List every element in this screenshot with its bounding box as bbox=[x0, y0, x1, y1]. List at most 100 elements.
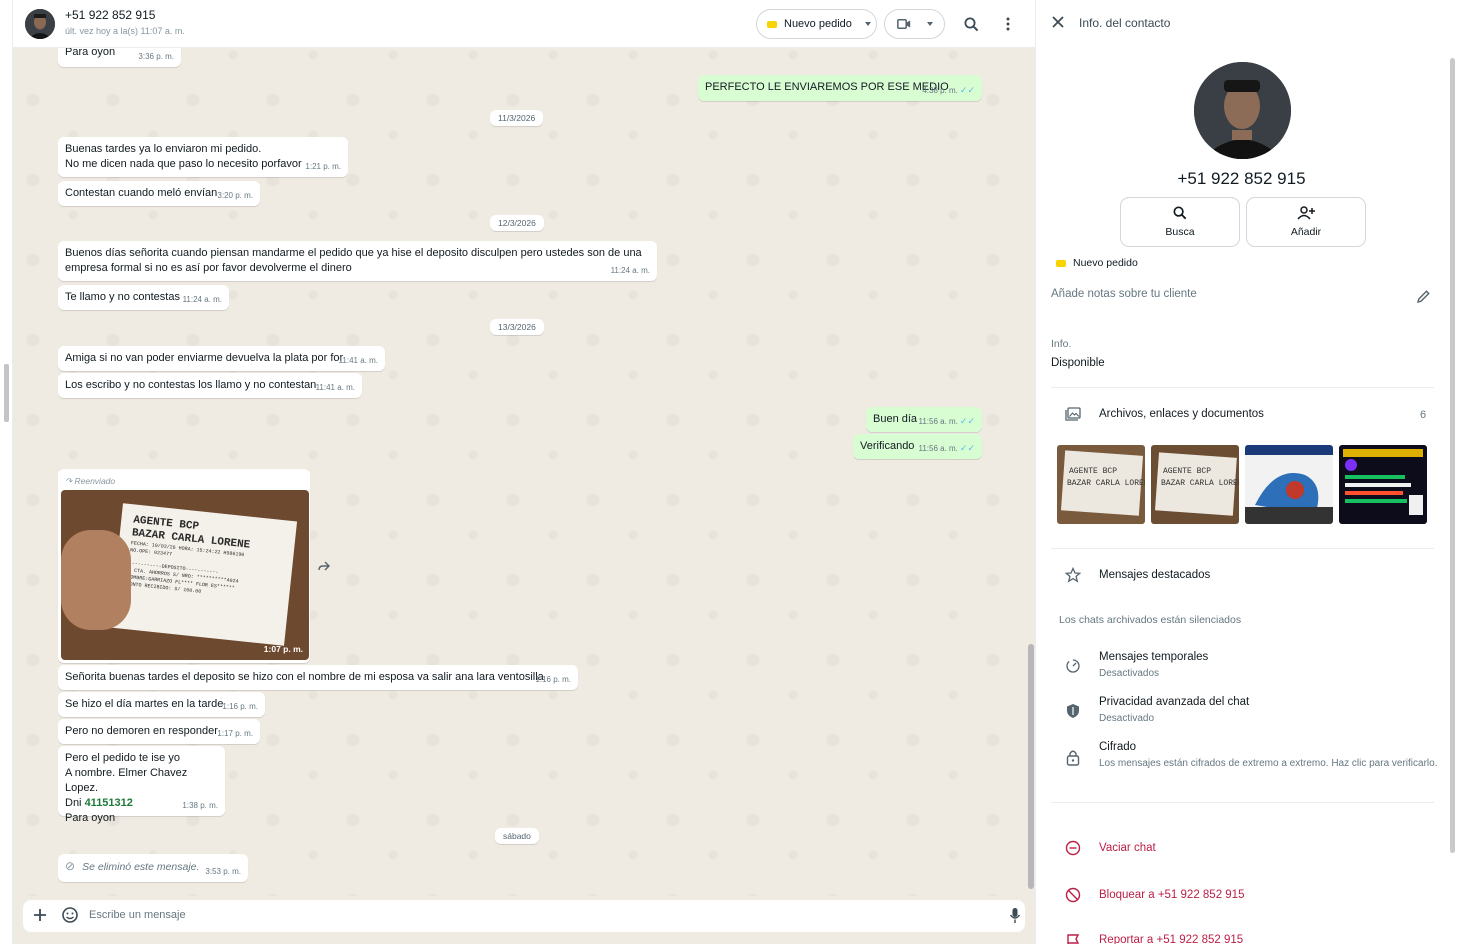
message-out[interactable]: Verificando 11:56 a. m. ✓✓ bbox=[853, 434, 982, 459]
contact-photo[interactable] bbox=[1194, 62, 1291, 159]
message-time: 11:41 a. m. bbox=[338, 356, 378, 365]
label-dropdown[interactable]: Nuevo pedido bbox=[756, 9, 877, 39]
search-in-chat-button[interactable]: Busca bbox=[1120, 197, 1240, 247]
message-in[interactable]: Los escribo y no contestas los llamo y n… bbox=[58, 373, 362, 398]
media-thumbnail[interactable]: AGENTE BCP BAZAR CARLA LORENE bbox=[1151, 445, 1239, 524]
date-separator: sábado bbox=[495, 828, 539, 844]
plus-icon bbox=[34, 909, 46, 921]
chevron-down-icon bbox=[926, 22, 933, 26]
edit-notes-button[interactable] bbox=[1416, 289, 1431, 307]
media-thumbnail[interactable] bbox=[1339, 445, 1427, 524]
message-in[interactable]: Te llamo y no contestas 11:24 a. m. bbox=[58, 285, 229, 310]
media-count: 6 bbox=[1420, 409, 1427, 421]
close-button[interactable] bbox=[1050, 14, 1066, 30]
deleted-message[interactable]: ⊘ Se eliminó este mensaje. 3:53 p. m. bbox=[58, 854, 248, 882]
video-icon bbox=[896, 19, 910, 29]
message-text: Para oyon bbox=[65, 812, 116, 824]
message-text: Pero no demoren en responder bbox=[65, 725, 218, 737]
message-text: Señorita buenas tardes el deposito se hi… bbox=[65, 671, 544, 683]
timer-icon bbox=[1064, 657, 1082, 675]
message-in[interactable]: Buenas tardes ya lo enviaron mi pedido. N… bbox=[58, 137, 348, 177]
message-list[interactable]: Para oyon 3:36 p. m. PERFECTO LE ENVIAREM… bbox=[13, 40, 1035, 896]
search-button[interactable] bbox=[960, 13, 982, 35]
sticker-button[interactable] bbox=[61, 906, 79, 927]
notes-field[interactable]: Añade notas sobre tu cliente bbox=[1051, 288, 1197, 300]
label-pill-text: Nuevo pedido bbox=[784, 18, 852, 30]
sticker-icon bbox=[62, 907, 78, 923]
divider bbox=[1051, 802, 1434, 803]
encryption-title[interactable]: Cifrado bbox=[1099, 741, 1136, 753]
forwarded-label-row: ↷ Reenviado bbox=[61, 472, 307, 491]
chat-scroll-thumb[interactable] bbox=[1028, 644, 1034, 889]
search-icon bbox=[964, 17, 978, 31]
forward-button[interactable] bbox=[313, 555, 335, 577]
close-icon bbox=[1052, 16, 1064, 28]
add-label: Añadir bbox=[1290, 226, 1322, 238]
date-separator: 11/3/2026 bbox=[490, 110, 544, 126]
message-time: 11:24 a. m. bbox=[182, 295, 222, 304]
starred-messages[interactable]: Mensajes destacados bbox=[1099, 569, 1210, 581]
message-text: A nombre. Elmer Chavez Lopez. bbox=[65, 767, 188, 794]
message-time: 11:56 a. m. bbox=[918, 417, 958, 426]
media-thumbnail[interactable] bbox=[1245, 445, 1333, 524]
double-check-icon: ✓✓ bbox=[959, 443, 975, 453]
message-time: 1:16 p. m. bbox=[222, 702, 258, 711]
message-in[interactable]: Amiga si no van poder enviarme devuelva … bbox=[58, 346, 385, 371]
contact-label[interactable]: Nuevo pedido bbox=[1056, 257, 1138, 269]
temp-messages-title[interactable]: Mensajes temporales bbox=[1099, 651, 1208, 663]
media-row-title[interactable]: Archivos, enlaces y documentos bbox=[1099, 408, 1264, 420]
receipt-photo[interactable]: AGENTE BCP BAZAR CARLA LORENE FECHA: 10/… bbox=[61, 490, 309, 660]
info-title: Info. del contacto bbox=[1079, 16, 1171, 30]
message-in[interactable]: Buenos días señorita cuando piensan mand… bbox=[58, 241, 657, 281]
message-in[interactable]: Señorita buenas tardes el deposito se hi… bbox=[58, 665, 578, 690]
message-text: Los escribo y no contestas los llamo y n… bbox=[65, 379, 317, 391]
divider bbox=[1051, 387, 1434, 388]
message-time: 3:20 p. m. bbox=[217, 191, 253, 200]
message-text: Se hizo el día martes en la tarde bbox=[65, 698, 224, 710]
star-icon bbox=[1064, 566, 1082, 584]
message-in[interactable]: Se hizo el día martes en la tarde 1:16 p.… bbox=[58, 692, 265, 717]
image-time: 1:07 p. m. bbox=[263, 644, 303, 654]
composer-box[interactable]: Escribe un mensaje bbox=[23, 900, 1025, 932]
attach-button[interactable] bbox=[32, 907, 48, 926]
message-text: Se eliminó este mensaje. bbox=[82, 861, 200, 873]
date-separator: 13/3/2026 bbox=[490, 319, 544, 335]
finger-shape bbox=[61, 530, 131, 630]
message-text: empresa formal si no es así por favor de… bbox=[65, 262, 352, 274]
menu-icon bbox=[1006, 17, 1010, 31]
privacy-title[interactable]: Privacidad avanzada del chat bbox=[1099, 696, 1249, 708]
clear-chat-button[interactable]: Vaciar chat bbox=[1099, 842, 1156, 854]
report-icon bbox=[1064, 932, 1082, 944]
chat-scrollbar[interactable] bbox=[1027, 48, 1035, 896]
privacy-status: Desactivado bbox=[1099, 713, 1155, 724]
avatar[interactable] bbox=[25, 9, 55, 39]
media-thumbnail[interactable]: AGENTE BCP BAZAR CARLA LORENE bbox=[1057, 445, 1145, 524]
voice-button[interactable] bbox=[1009, 907, 1021, 927]
temp-messages-status: Desactivados bbox=[1099, 668, 1160, 679]
add-contact-button[interactable]: Añadir bbox=[1246, 197, 1366, 247]
dni-number-link[interactable]: 41151312 bbox=[85, 797, 133, 809]
message-time: 4:38 p. m. bbox=[922, 86, 958, 95]
chat-header[interactable]: +51 922 852 915 últ. vez hoy a la(s) 11:… bbox=[13, 0, 1035, 48]
image-message[interactable]: ↷ Reenviado AGENTE BCP BAZAR CARLA LOREN… bbox=[58, 469, 310, 663]
message-in[interactable]: Pero el pedido te ise yo A nombre. Elmer… bbox=[58, 746, 225, 824]
mic-icon bbox=[1009, 908, 1021, 923]
message-in[interactable]: Pero no demoren en responder 1:17 p. m. bbox=[58, 719, 260, 744]
message-out[interactable]: Buen día 11:56 a. m. ✓✓ bbox=[866, 407, 982, 432]
chat-pane: +51 922 852 915 últ. vez hoy a la(s) 11:… bbox=[13, 0, 1035, 944]
double-check-icon: ✓✓ bbox=[959, 85, 975, 95]
svg-text:BAZAR CARLA LORENE: BAZAR CARLA LORENE bbox=[1067, 479, 1145, 488]
message-in[interactable]: Contestan cuando meló envían 3:20 p. m. bbox=[58, 181, 260, 206]
message-out[interactable]: PERFECTO LE ENVIAREMOS POR ESE MEDIO 4:38… bbox=[698, 75, 982, 101]
menu-button[interactable] bbox=[997, 13, 1019, 35]
video-call-button[interactable] bbox=[884, 9, 945, 39]
message-text: Verificando bbox=[860, 440, 915, 452]
info-scrollbar[interactable] bbox=[1450, 58, 1455, 853]
message-time-wrap: 4:38 p. m. ✓✓ bbox=[922, 83, 975, 98]
message-input[interactable]: Escribe un mensaje bbox=[89, 909, 186, 921]
report-contact-button[interactable]: Reportar a +51 922 852 915 bbox=[1099, 934, 1243, 944]
message-text: Amiga si no van poder enviarme devuelva … bbox=[65, 352, 344, 364]
contact-name[interactable]: +51 922 852 915 bbox=[65, 8, 155, 22]
gutter-scroll-thumb[interactable] bbox=[4, 364, 9, 422]
block-contact-button[interactable]: Bloquear a +51 922 852 915 bbox=[1099, 889, 1244, 901]
